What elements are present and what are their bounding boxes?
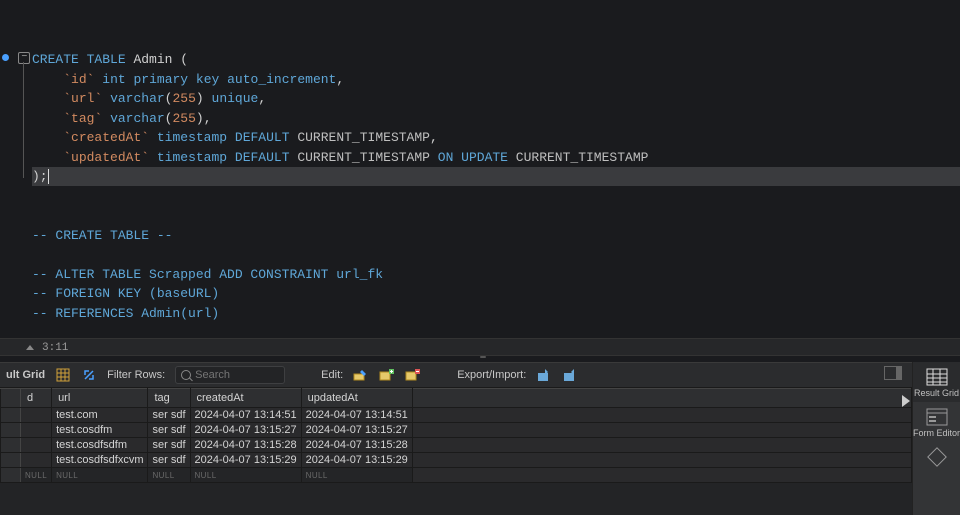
cell-tag[interactable]: ser sdf bbox=[148, 423, 190, 438]
cell-tag[interactable]: ser sdf bbox=[148, 453, 190, 468]
cell-updatedAt[interactable]: 2024-04-07 13:14:51 bbox=[301, 408, 412, 423]
cell-url[interactable]: test.cosdfsdfxcvm bbox=[52, 453, 148, 468]
form-editor-tab[interactable]: Form Editor bbox=[913, 402, 960, 442]
cell-null[interactable]: NULL bbox=[52, 468, 148, 483]
cell-tag[interactable]: ser sdf bbox=[148, 438, 190, 453]
cell-url[interactable]: test.com bbox=[52, 408, 148, 423]
table-row[interactable]: test.cosdfsdfmser sdf2024-04-07 13:15:28… bbox=[1, 438, 912, 453]
code-block[interactable]: CREATE TABLE Admin ( `id` int primary ke… bbox=[32, 50, 648, 323]
row-handle[interactable] bbox=[1, 423, 21, 438]
cell-filler bbox=[412, 408, 911, 423]
export-import-label: Export/Import: bbox=[457, 369, 526, 381]
filter-rows-label: Filter Rows: bbox=[107, 369, 165, 381]
cell-createdAt[interactable]: 2024-04-07 13:15:28 bbox=[190, 438, 301, 453]
row-handle[interactable] bbox=[1, 453, 21, 468]
table-header-row: d url tag createdAt updatedAt bbox=[1, 389, 912, 408]
table-row[interactable]: test.cosdfmser sdf2024-04-07 13:15:27202… bbox=[1, 423, 912, 438]
refresh-icon[interactable] bbox=[81, 367, 97, 383]
edit-label: Edit: bbox=[321, 369, 343, 381]
cell-filler bbox=[412, 423, 911, 438]
results-table[interactable]: d url tag createdAt updatedAt test.comse… bbox=[0, 388, 912, 483]
cell-d[interactable] bbox=[21, 438, 52, 453]
search-icon bbox=[181, 370, 191, 380]
import-icon[interactable] bbox=[562, 367, 578, 383]
results-toolbar: ult Grid Filter Rows: Edit: Export/Impor… bbox=[0, 362, 912, 388]
cursor-position: 3:11 bbox=[42, 342, 68, 354]
edit-row-icon[interactable] bbox=[353, 367, 369, 383]
cell-d[interactable] bbox=[21, 423, 52, 438]
cell-updatedAt[interactable]: 2024-04-07 13:15:29 bbox=[301, 453, 412, 468]
col-header[interactable]: createdAt bbox=[190, 389, 301, 408]
cell-createdAt[interactable]: 2024-04-07 13:15:27 bbox=[190, 423, 301, 438]
panel-resize-handle[interactable] bbox=[480, 356, 486, 358]
col-filler bbox=[412, 389, 911, 408]
export-icon[interactable] bbox=[536, 367, 552, 383]
cell-createdAt[interactable]: 2024-04-07 13:14:51 bbox=[190, 408, 301, 423]
filter-search-box[interactable] bbox=[175, 366, 285, 384]
table-row[interactable]: test.comser sdf2024-04-07 13:14:512024-0… bbox=[1, 408, 912, 423]
cell-null[interactable]: NULL bbox=[21, 468, 52, 483]
sql-editor[interactable]: − CREATE TABLE Admin ( `id` int primary … bbox=[0, 0, 960, 350]
cell-d[interactable] bbox=[21, 408, 52, 423]
cell-url[interactable]: test.cosdfm bbox=[52, 423, 148, 438]
cell-url[interactable]: test.cosdfsdfm bbox=[52, 438, 148, 453]
result-grid-tab[interactable]: Result Grid bbox=[913, 362, 960, 402]
delete-row-icon[interactable] bbox=[405, 367, 421, 383]
statement-marker-icon bbox=[2, 54, 9, 61]
cell-null[interactable]: NULL bbox=[148, 468, 190, 483]
results-grid[interactable]: d url tag createdAt updatedAt test.comse… bbox=[0, 388, 912, 515]
table-row-null[interactable]: NULLNULLNULLNULLNULL bbox=[1, 468, 912, 483]
editor-gutter: − bbox=[0, 50, 32, 65]
table-row[interactable]: test.cosdfsdfxcvmser sdf2024-04-07 13:15… bbox=[1, 453, 912, 468]
cell-updatedAt[interactable]: 2024-04-07 13:15:27 bbox=[301, 423, 412, 438]
cell-filler bbox=[412, 453, 911, 468]
form-editor-tab-label: Form Editor bbox=[913, 428, 960, 438]
result-grid-tab-label: Result Grid bbox=[914, 388, 959, 398]
row-handle-header bbox=[1, 389, 21, 408]
cell-filler bbox=[412, 438, 911, 453]
cell-filler bbox=[412, 468, 911, 483]
editor-status-bar: 3:11 bbox=[0, 338, 960, 356]
col-header[interactable]: d bbox=[21, 389, 52, 408]
cell-createdAt[interactable]: 2024-04-07 13:15:29 bbox=[190, 453, 301, 468]
cell-null[interactable]: NULL bbox=[301, 468, 412, 483]
cell-tag[interactable]: ser sdf bbox=[148, 408, 190, 423]
fold-toggle-icon[interactable]: − bbox=[18, 52, 30, 64]
grid-icon[interactable] bbox=[55, 367, 71, 383]
nav-diamond-icon[interactable] bbox=[927, 447, 947, 467]
expand-panel-icon[interactable] bbox=[902, 395, 910, 407]
fold-guide bbox=[23, 62, 24, 178]
cell-d[interactable] bbox=[21, 453, 52, 468]
right-side-panel: Result Grid Form Editor bbox=[912, 362, 960, 515]
col-header[interactable]: tag bbox=[148, 389, 190, 408]
toggle-side-panel-icon[interactable] bbox=[884, 366, 902, 380]
col-header[interactable]: url bbox=[52, 389, 148, 408]
cell-updatedAt[interactable]: 2024-04-07 13:15:28 bbox=[301, 438, 412, 453]
add-row-icon[interactable] bbox=[379, 367, 395, 383]
grid-mode-label: ult Grid bbox=[6, 369, 45, 381]
filter-search-input[interactable] bbox=[195, 369, 275, 381]
row-handle[interactable] bbox=[1, 468, 21, 483]
col-header[interactable]: updatedAt bbox=[301, 389, 412, 408]
cell-null[interactable]: NULL bbox=[190, 468, 301, 483]
row-handle[interactable] bbox=[1, 438, 21, 453]
row-handle[interactable] bbox=[1, 408, 21, 423]
